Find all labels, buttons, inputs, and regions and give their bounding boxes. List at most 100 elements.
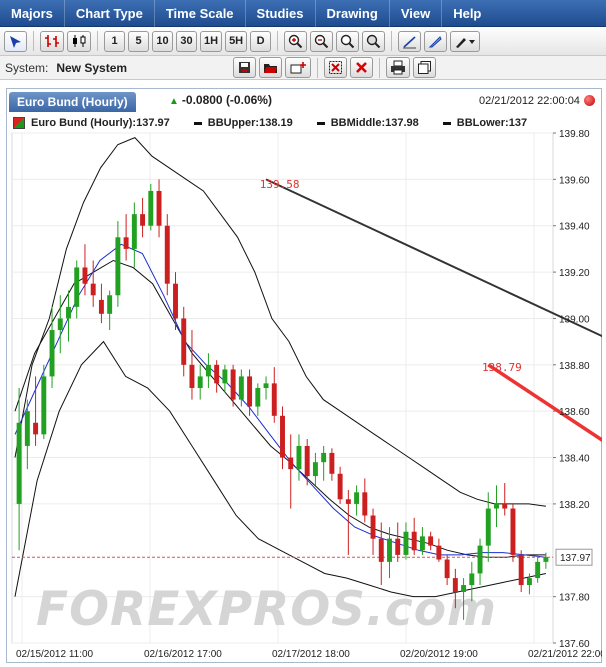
- candle-body: [329, 452, 335, 474]
- candle-body: [173, 283, 178, 319]
- y-tick-label: 139.20: [559, 268, 590, 279]
- candle-body: [518, 554, 524, 586]
- interval-1h-button[interactable]: 1H: [200, 30, 223, 52]
- delete-icon[interactable]: [350, 57, 373, 78]
- interval-30-button[interactable]: 30: [176, 30, 197, 52]
- candle-body: [131, 214, 137, 249]
- menu-bar: Majors Chart Type Time Scale Studies Dra…: [0, 0, 606, 27]
- candle-body: [57, 318, 63, 331]
- candle-body: [222, 369, 228, 384]
- candle-body: [362, 492, 368, 516]
- print-icon[interactable]: [386, 57, 410, 78]
- candle-body: [205, 364, 211, 377]
- candle-body: [197, 376, 203, 388]
- price-annotation: 138.79: [482, 361, 522, 374]
- candle-body: [238, 376, 244, 400]
- legend-bb-middle[interactable]: BBMiddle:137.98: [316, 117, 419, 129]
- menu-help[interactable]: Help: [442, 0, 492, 27]
- legend-bb-lower[interactable]: BBLower:137: [442, 117, 527, 129]
- zoom-reset-icon[interactable]: [336, 30, 360, 52]
- y-tick-label: 138.60: [559, 407, 590, 418]
- candle-body: [66, 306, 71, 319]
- watermark: FOREXPROS.com: [36, 582, 497, 637]
- toolbar-divider: [391, 31, 393, 51]
- candle-body: [214, 364, 220, 384]
- candle-body: [148, 190, 154, 226]
- candle-body: [74, 267, 80, 307]
- candlestick-chart[interactable]: FOREXPROS.com 139.58138.79138.31138.1413…: [6, 129, 602, 663]
- interval-10-button[interactable]: 10: [152, 30, 173, 52]
- x-tick-label: 02/20/2012 19:00: [400, 649, 478, 660]
- candle-body: [24, 411, 30, 446]
- legend-bb-upper[interactable]: BBUpper:138.19: [193, 117, 293, 129]
- menu-view[interactable]: View: [390, 0, 443, 27]
- candle-body: [354, 492, 360, 504]
- legend-bb-middle-label: BBMiddle:137.98: [330, 117, 419, 129]
- toolbar: 1 5 10 30 1H 5H D: [0, 27, 606, 56]
- interval-5h-button[interactable]: 5H: [225, 30, 248, 52]
- candle-body: [156, 190, 162, 226]
- pencil-dropdown-icon[interactable]: [450, 30, 481, 52]
- toolbar-divider: [277, 31, 279, 51]
- zoom-out-icon[interactable]: [310, 30, 334, 52]
- legend-bb-upper-label: BBUpper:138.19: [207, 117, 293, 129]
- menu-chart-type[interactable]: Chart Type: [65, 0, 155, 27]
- draw-tool-icon[interactable]: [424, 30, 448, 52]
- add-study-icon[interactable]: [285, 57, 311, 78]
- trendline-icon[interactable]: [398, 30, 422, 52]
- interval-d-button[interactable]: D: [250, 30, 272, 52]
- toolbar-divider: [317, 57, 318, 78]
- line-swatch-icon: [193, 121, 202, 125]
- x-tick-label: 02/21/2012 22:00: [528, 649, 602, 660]
- candle-body: [312, 462, 318, 477]
- menu-time-scale[interactable]: Time Scale: [155, 0, 246, 27]
- line-swatch-icon: [442, 121, 451, 125]
- candle-body: [345, 499, 351, 504]
- interval-1-button[interactable]: 1: [104, 30, 125, 52]
- legend-instrument[interactable]: Euro Bund (Hourly):137.97: [9, 117, 170, 129]
- y-tick-label: 139.00: [559, 314, 590, 325]
- candle-body: [189, 364, 195, 388]
- candle-body: [263, 383, 269, 388]
- annotations: 139.58138.79138.31138.14138.25138.29137.…: [260, 178, 522, 374]
- system-name[interactable]: New System: [56, 61, 127, 75]
- menu-studies[interactable]: Studies: [246, 0, 316, 27]
- system-label: System:: [5, 60, 49, 75]
- resistance-trendline: [265, 178, 602, 338]
- y-tick-label: 138.40: [559, 454, 590, 465]
- candle-body: [526, 578, 532, 586]
- candle-body: [502, 503, 508, 509]
- downtrend-line: [487, 363, 602, 443]
- last-price-label: 137.97: [560, 553, 591, 564]
- candle-body: [469, 573, 475, 586]
- bar-chart-icon[interactable]: [40, 30, 64, 52]
- candle-body: [444, 559, 450, 579]
- candle-body: [271, 383, 277, 416]
- save-chart-icon[interactable]: [233, 57, 256, 78]
- candle-body: [370, 515, 376, 539]
- chart-tab-title[interactable]: Euro Bund (Hourly): [9, 92, 136, 112]
- interval-5-button[interactable]: 5: [128, 30, 149, 52]
- menu-majors[interactable]: Majors: [0, 0, 65, 27]
- candle-body: [49, 330, 55, 377]
- zoom-area-icon[interactable]: [362, 30, 386, 52]
- candle-body: [296, 445, 302, 470]
- menu-drawing[interactable]: Drawing: [316, 0, 390, 27]
- candle-body: [98, 299, 104, 314]
- candle-body: [164, 225, 170, 284]
- popout-window-icon[interactable]: [413, 57, 436, 78]
- open-folder-icon[interactable]: [259, 57, 282, 78]
- candle-body: [123, 237, 129, 249]
- candle-body: [337, 473, 343, 500]
- cursor-arrow-icon[interactable]: [4, 30, 27, 52]
- candle-body: [428, 536, 434, 546]
- up-arrow-icon: ▲: [169, 96, 179, 107]
- timestamp: 02/21/2012 22:00:04: [479, 95, 580, 107]
- toolbar-divider: [33, 31, 34, 51]
- y-tick-label: 139.40: [559, 222, 590, 233]
- zoom-in-icon[interactable]: [284, 30, 308, 52]
- candlestick-icon[interactable]: [67, 30, 91, 52]
- candle-body: [288, 457, 294, 470]
- candle-body: [115, 237, 121, 296]
- clear-drawing-icon[interactable]: [324, 57, 347, 78]
